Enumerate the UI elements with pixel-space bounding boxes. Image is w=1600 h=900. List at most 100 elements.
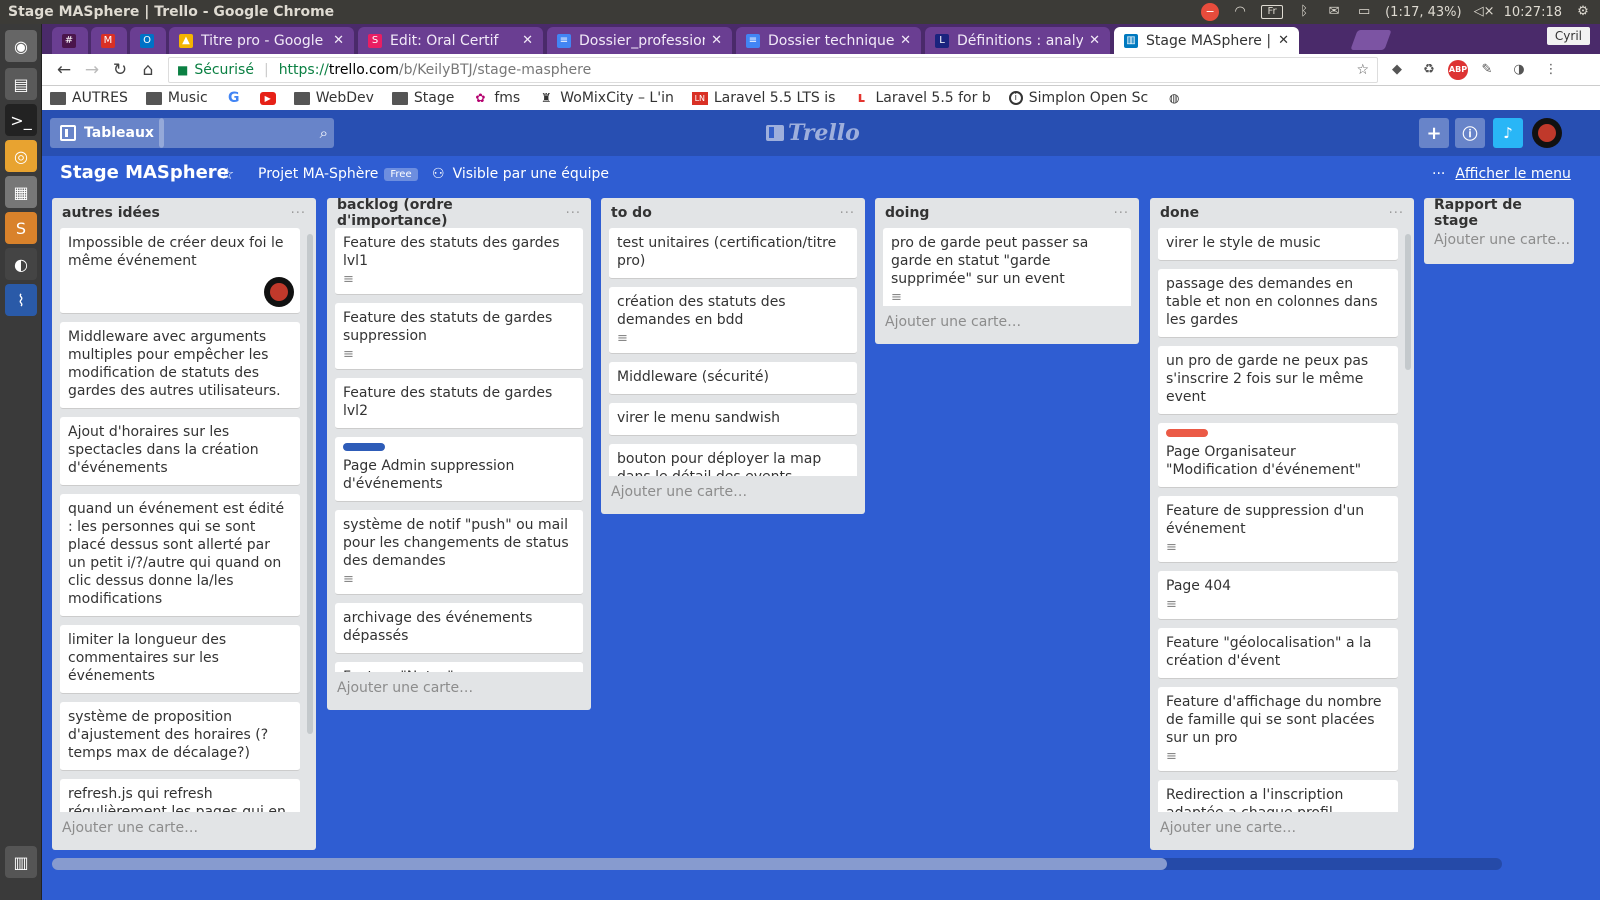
close-tab-icon[interactable]: ✕: [1089, 33, 1100, 48]
notifications-bell-icon[interactable]: ♪: [1493, 118, 1523, 148]
lock-icon[interactable]: ■: [177, 63, 188, 77]
tab-titre-pro[interactable]: ▲ Titre pro - Google D ✕: [169, 27, 354, 54]
card[interactable]: pro de garde peut passer sa garde en sta…: [883, 228, 1131, 306]
add-card-button[interactable]: Ajouter une carte…: [1150, 812, 1414, 846]
mysql-workbench-icon[interactable]: ⌇: [5, 284, 37, 316]
search-icon[interactable]: ⌕: [320, 124, 328, 142]
close-tab-icon[interactable]: ✕: [900, 33, 911, 48]
home-button[interactable]: ⌂: [134, 56, 162, 84]
board-title[interactable]: Stage MASphere: [60, 162, 229, 183]
recycle-extension-icon[interactable]: ♻: [1416, 59, 1442, 81]
list-header[interactable]: Rapport de stage: [1424, 197, 1574, 229]
tab-stage-masphere[interactable]: ▥ Stage MASphere | T ✕: [1114, 27, 1299, 54]
show-menu-button[interactable]: ··· Afficher le menu: [1432, 166, 1571, 182]
volume-icon[interactable]: ◁×: [1474, 5, 1495, 19]
adblock-plus-icon[interactable]: ABP: [1448, 59, 1468, 80]
reload-button[interactable]: ↻: [106, 56, 134, 84]
tab-oral-certif[interactable]: S Edit: Oral Certif ✕: [358, 27, 543, 54]
battery-icon[interactable]: ▭: [1355, 5, 1373, 19]
bookmark-laravel-news[interactable]: LN Laravel 5.5 LTS is: [691, 90, 835, 106]
keyboard-layout-indicator[interactable]: Fr: [1261, 5, 1284, 19]
tab-outlook[interactable]: O: [130, 27, 166, 54]
list-scrollbar[interactable]: [1405, 234, 1411, 370]
bookmark-simplon[interactable]: i Simplon Open Sc: [1008, 90, 1148, 106]
card[interactable]: Page Admin suppression d'événements: [335, 437, 583, 502]
back-button[interactable]: ←: [50, 56, 78, 84]
close-tab-icon[interactable]: ✕: [711, 33, 722, 48]
info-icon[interactable]: ⓘ: [1455, 118, 1485, 148]
bookmark-autres[interactable]: AUTRES: [50, 90, 128, 106]
add-card-button[interactable]: Ajouter une carte…: [327, 672, 591, 706]
card[interactable]: création des statuts des demandes en bdd…: [609, 287, 857, 354]
card-member-avatar[interactable]: [264, 277, 294, 307]
close-tab-icon[interactable]: ✕: [333, 33, 344, 48]
wifi-icon[interactable]: ◠: [1231, 5, 1249, 19]
add-card-button[interactable]: Ajouter une carte…: [1424, 228, 1574, 258]
search-input[interactable]: ⌕: [159, 118, 334, 148]
list-header[interactable]: doing ···: [875, 198, 1139, 228]
list-scrollbar[interactable]: [307, 234, 313, 734]
card[interactable]: système de proposition d'ajustement des …: [60, 702, 300, 771]
card[interactable]: limiter la longueur des commentaires sur…: [60, 625, 300, 694]
card[interactable]: virer le menu sandwish: [609, 403, 857, 436]
address-bar[interactable]: ■ Sécurisé | https://trello.com/b/KeilyB…: [168, 56, 1378, 83]
card[interactable]: Feature de suppression d'un événement ≡: [1158, 496, 1398, 563]
list-menu-icon[interactable]: ···: [291, 206, 306, 221]
card[interactable]: passage des demandes en table et non en …: [1158, 269, 1398, 338]
bookmark-extra[interactable]: ◍: [1166, 91, 1182, 105]
terminal-icon[interactable]: >_: [5, 104, 37, 136]
card[interactable]: Impossible de créer deux foi le même évé…: [60, 228, 300, 314]
card[interactable]: Ajout d'horaires sur les spectacles dans…: [60, 417, 300, 486]
list-menu-icon[interactable]: ···: [1389, 206, 1404, 221]
boards-button[interactable]: Tableaux: [50, 118, 164, 148]
list-title[interactable]: to do: [611, 205, 652, 221]
power-icon[interactable]: ⚙: [1574, 5, 1592, 19]
star-icon[interactable]: ☆: [220, 164, 234, 183]
forward-button[interactable]: →: [78, 56, 106, 84]
mail-icon[interactable]: ✉: [1325, 5, 1343, 19]
list-title[interactable]: Rapport de stage: [1434, 197, 1564, 229]
card[interactable]: refresh.js qui refresh régulièrement les…: [60, 779, 300, 812]
new-tab-button[interactable]: [1350, 30, 1392, 50]
card[interactable]: bouton pour déployer la map dans le déta…: [609, 444, 857, 476]
list-menu-icon[interactable]: ···: [566, 206, 581, 221]
list-header[interactable]: done ···: [1150, 198, 1414, 228]
profile-badge[interactable]: Cyril: [1546, 27, 1590, 45]
horizontal-scrollbar[interactable]: [52, 858, 1502, 870]
dark-mode-extension-icon[interactable]: ◑: [1506, 59, 1532, 81]
list-menu-icon[interactable]: ···: [840, 206, 855, 221]
card[interactable]: Feature "Notes"≡: [335, 662, 583, 672]
bookmark-laravel[interactable]: ʟ Laravel 5.5 for b: [853, 90, 991, 106]
list-header[interactable]: backlog (ordre d'importance) ···: [327, 197, 591, 229]
card[interactable]: Middleware avec arguments multiples pour…: [60, 322, 300, 409]
card[interactable]: Feature des statuts de gardes suppressio…: [335, 303, 583, 370]
dash-icon[interactable]: ◉: [5, 30, 37, 62]
bookmark-youtube[interactable]: ▶: [259, 91, 276, 105]
card[interactable]: système de notif "push" ou mail pour les…: [335, 510, 583, 595]
list-header[interactable]: autres idées ···: [52, 198, 316, 228]
card[interactable]: test unitaires (certification/titre pro): [609, 228, 857, 279]
close-tab-icon[interactable]: ✕: [1278, 33, 1289, 48]
add-card-button[interactable]: Ajouter une carte…: [52, 812, 316, 846]
tab-gmail[interactable]: M: [91, 27, 127, 54]
chrome-menu-icon[interactable]: ⋮: [1538, 59, 1564, 81]
bluetooth-icon[interactable]: ᛒ: [1295, 5, 1313, 19]
tab-slack[interactable]: #: [52, 27, 88, 54]
chrome-icon[interactable]: ◎: [5, 140, 37, 172]
tab-dossier-technique[interactable]: ≡ Dossier technique - ✕: [736, 27, 921, 54]
team-button[interactable]: Projet MA-Sphère Free: [258, 166, 418, 182]
card[interactable]: Feature "géolocalisation" a la création …: [1158, 628, 1398, 679]
sublime-text-icon[interactable]: S: [5, 212, 37, 244]
card[interactable]: Feature des statuts de gardes lvl2: [335, 378, 583, 429]
trash-icon[interactable]: ▥: [5, 846, 37, 878]
card[interactable]: Redirection a l'inscription adaptée a ch…: [1158, 780, 1398, 812]
card[interactable]: quand un événement est édité : les perso…: [60, 494, 300, 617]
list-header[interactable]: to do ···: [601, 198, 865, 228]
stop-indicator-icon[interactable]: −: [1201, 3, 1220, 21]
add-card-button[interactable]: Ajouter une carte…: [601, 476, 865, 510]
trello-logo[interactable]: Trello: [766, 120, 860, 146]
card[interactable]: un pro de garde ne peux pas s'inscrire 2…: [1158, 346, 1398, 415]
bookmark-music[interactable]: Music: [145, 90, 208, 106]
bookmark-fms[interactable]: ✿ fms: [472, 90, 520, 106]
card[interactable]: archivage des événements dépassés: [335, 603, 583, 654]
